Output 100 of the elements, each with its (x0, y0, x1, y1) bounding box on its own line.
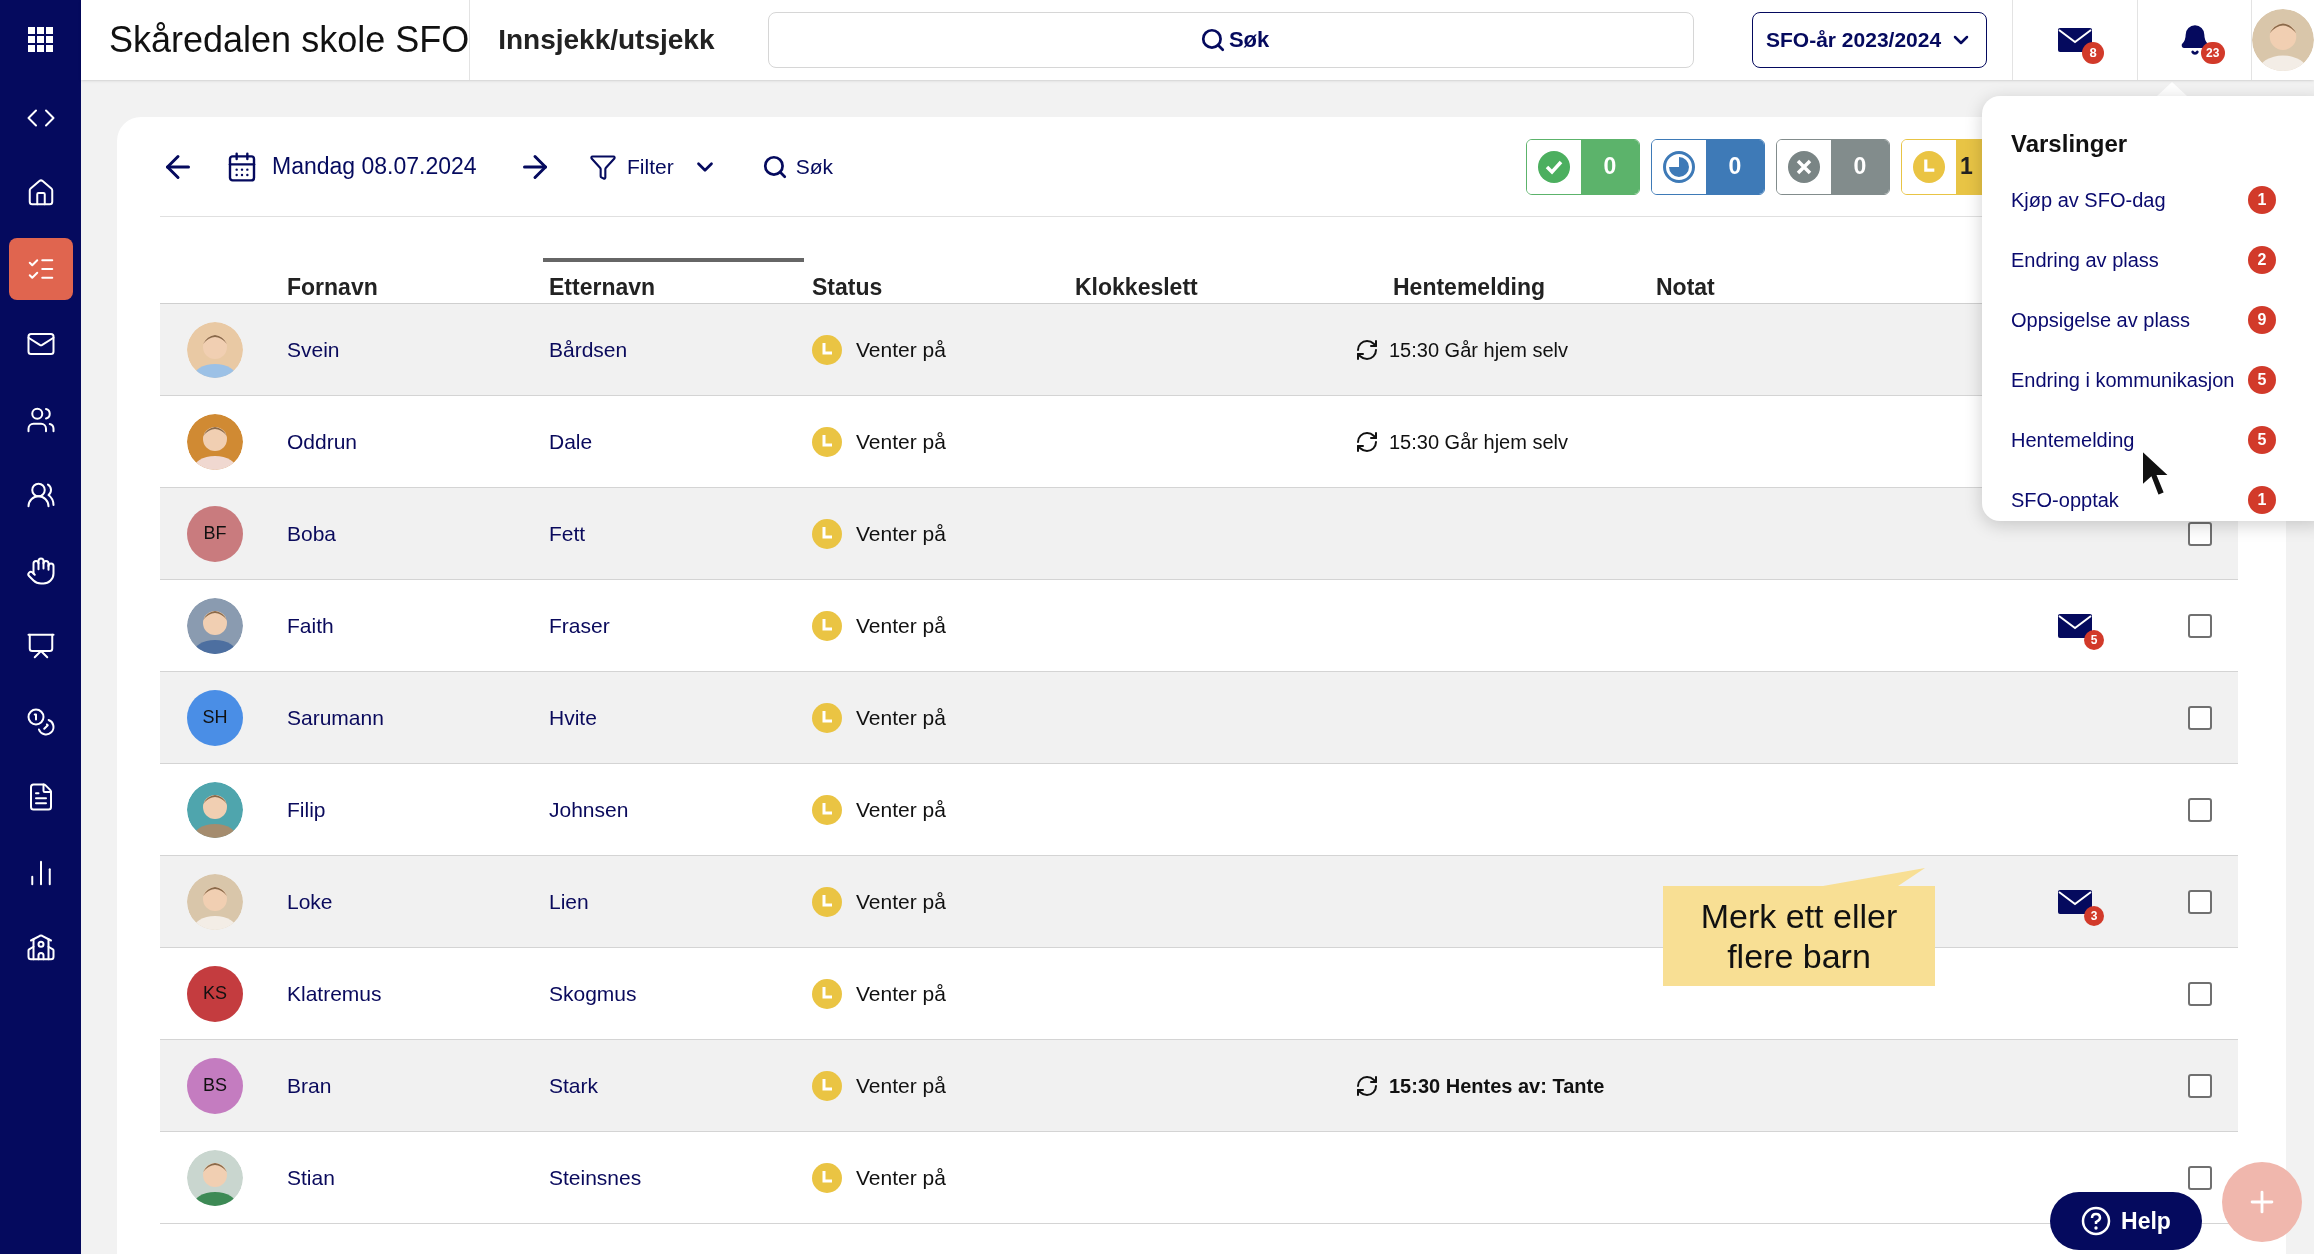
last-name[interactable]: Steinsnes (549, 1161, 812, 1194)
help-icon (2081, 1206, 2112, 1236)
first-name[interactable]: Stian (287, 1161, 549, 1194)
search-button[interactable]: Søk (795, 150, 833, 183)
filter-icon (589, 152, 617, 181)
first-name[interactable]: Faith (287, 609, 549, 642)
status-counter[interactable]: 0 (1651, 138, 1765, 195)
column-header[interactable]: Status (812, 258, 883, 300)
column-header[interactable]: Fornavn (287, 258, 378, 300)
last-name[interactable]: Johnsen (549, 793, 812, 826)
sidebar-item[interactable] (8, 237, 73, 300)
status-text: Venter på (856, 704, 946, 731)
first-name[interactable]: Loke (287, 885, 549, 918)
clock-icon (812, 610, 842, 641)
message-icon[interactable] (2058, 889, 2092, 914)
mail-badge: 8 (2082, 42, 2104, 64)
last-name[interactable]: Fett (549, 517, 812, 550)
search-field[interactable]: Søk (767, 12, 1695, 68)
clock-icon (812, 702, 842, 733)
notification-link[interactable]: Endring av plass (2011, 245, 2159, 275)
table-row[interactable]: SH Sarumann Hvite Venter på (160, 672, 2238, 764)
initials-avatar: KS (187, 965, 243, 1022)
last-name[interactable]: Bårdsen (549, 333, 812, 366)
count-badge: 1 (2248, 186, 2276, 214)
row-checkbox[interactable] (2188, 613, 2212, 638)
first-name[interactable]: Oddrun (287, 425, 549, 458)
apps-grid-icon[interactable] (27, 27, 54, 53)
clock-icon (812, 334, 842, 365)
clock-icon (812, 978, 842, 1009)
first-name[interactable]: Svein (287, 333, 549, 366)
filter-button[interactable]: Filter (627, 150, 674, 183)
row-checkbox[interactable] (2188, 521, 2212, 546)
count-badge: 1 (2248, 486, 2276, 514)
column-header[interactable]: Hentemelding (1393, 258, 1546, 300)
status-text: Venter på (856, 1164, 946, 1191)
mail-icon[interactable] (2058, 28, 2092, 52)
table-row[interactable]: BS Bran Stark Venter på 15:30 Hentes av: Tante (160, 1040, 2238, 1132)
column-header[interactable]: Notat (1656, 258, 1715, 300)
column-header[interactable]: Etternavn (543, 258, 804, 300)
date-label: Mandag 08.07.2024 (272, 152, 478, 182)
row-checkbox[interactable] (2188, 1073, 2212, 1098)
status-text: Venter på (856, 520, 946, 547)
message-badge: 5 (2084, 629, 2104, 650)
first-name[interactable]: Klatremus (287, 977, 549, 1010)
count-badge: 2 (2248, 246, 2276, 274)
row-checkbox[interactable] (2188, 981, 2212, 1006)
row-checkbox[interactable] (2188, 797, 2212, 822)
notification-link[interactable]: Hentemelding (2011, 425, 2135, 455)
row-checkbox[interactable] (2188, 705, 2212, 730)
column-header[interactable]: Klokkeslett (1075, 258, 1198, 300)
pickup-note: 15:30 Går hjem selv (1389, 429, 1568, 455)
status-text: Venter på (856, 336, 946, 363)
status-text: Venter på (856, 612, 946, 639)
last-name[interactable]: Stark (549, 1069, 812, 1102)
first-name[interactable]: Boba (287, 517, 549, 550)
pickup-note: 15:30 Går hjem selv (1389, 337, 1568, 363)
count-badge: 5 (2248, 426, 2276, 454)
message-badge: 3 (2084, 905, 2104, 926)
count-badge: 5 (2248, 366, 2276, 394)
page-title: Innsjekk/utsjekk (497, 23, 716, 57)
count-badge: 9 (2248, 306, 2276, 334)
clock-icon (812, 886, 842, 917)
initials-avatar: SH (187, 689, 243, 746)
pickup-note: 15:30 Hentes av: Tante (1389, 1073, 1605, 1099)
pie-icon (1663, 150, 1695, 183)
notification-link[interactable]: SFO-opptak (2011, 485, 2119, 515)
row-checkbox[interactable] (2188, 889, 2212, 914)
first-name[interactable]: Bran (287, 1069, 549, 1102)
message-icon[interactable] (2058, 613, 2092, 638)
refresh-icon (1355, 429, 1379, 454)
clock-icon (812, 1162, 842, 1193)
x-circle-icon (1788, 150, 1820, 183)
notification-badge: 23 (2200, 42, 2225, 64)
first-name[interactable]: Filip (287, 793, 549, 826)
row-checkbox[interactable] (2188, 1165, 2212, 1190)
notification-link[interactable]: Endring i kommunikasjon (2011, 365, 2235, 395)
status-text: Venter på (856, 888, 946, 915)
last-name[interactable]: Skogmus (549, 977, 812, 1010)
clock-icon (812, 794, 842, 825)
search-icon (761, 153, 788, 180)
status-text: Venter på (856, 1072, 946, 1099)
status-text: Venter på (856, 428, 946, 455)
status-text: Venter på (856, 796, 946, 823)
help-button[interactable]: Help (2050, 1192, 2202, 1250)
clock-icon (812, 1070, 842, 1101)
last-name[interactable]: Fraser (549, 609, 812, 642)
year-dropdown[interactable]: SFO-år 2023/2024 (1752, 12, 1987, 68)
clock-icon (812, 426, 842, 457)
clock-icon (812, 518, 842, 549)
last-name[interactable]: Lien (549, 885, 812, 918)
last-name[interactable]: Hvite (549, 701, 812, 734)
notification-link[interactable]: Oppsigelse av plass (2011, 305, 2190, 335)
last-name[interactable]: Dale (549, 425, 812, 458)
status-text: Venter på (856, 980, 946, 1007)
search-icon (1199, 27, 1226, 53)
first-name[interactable]: Sarumann (287, 701, 549, 734)
calendar-icon[interactable] (226, 150, 258, 183)
clock-icon (1913, 150, 1945, 183)
coins-icon (25, 706, 56, 737)
check-circle-icon (1538, 150, 1570, 183)
